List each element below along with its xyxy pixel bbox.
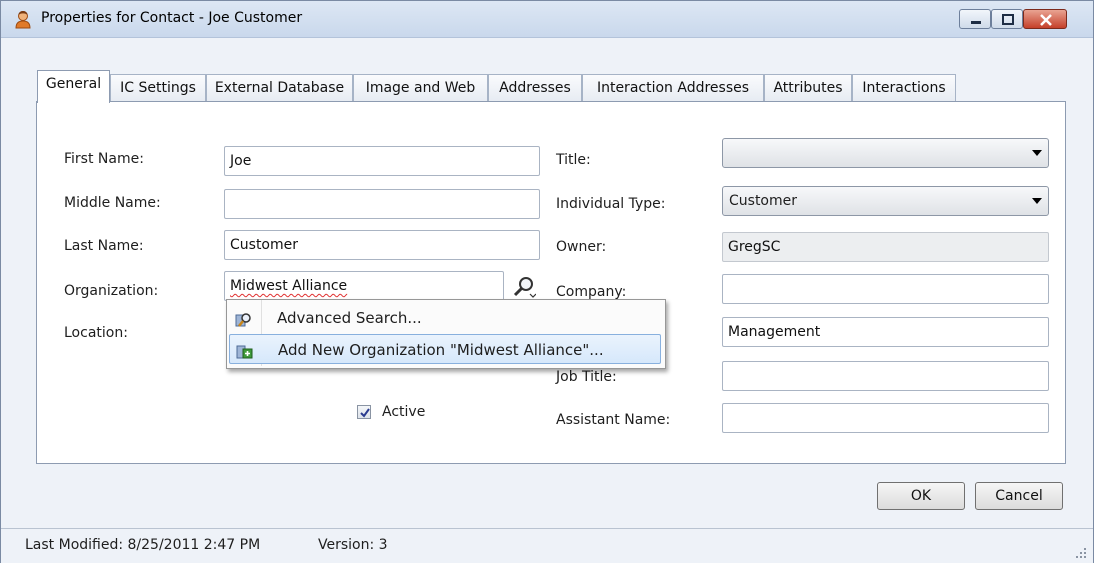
add-organization-icon <box>236 341 254 359</box>
resize-grip-icon[interactable] <box>1075 547 1087 559</box>
chevron-down-icon <box>1032 150 1042 156</box>
minimize-button[interactable] <box>959 9 991 29</box>
tab-addresses[interactable]: Addresses <box>488 74 582 102</box>
job-title-label: Job Title: <box>556 369 617 385</box>
tab-attributes[interactable]: Attributes <box>764 74 852 102</box>
owner-field: GregSC <box>722 232 1049 262</box>
first-name-label: First Name: <box>64 151 144 167</box>
job-title-field[interactable] <box>722 361 1049 391</box>
add-new-organization-menu-item[interactable]: Add New Organization "Midwest Alliance".… <box>229 334 661 364</box>
maximize-icon <box>1002 14 1014 25</box>
department-field[interactable]: Management <box>722 317 1049 347</box>
first-name-field[interactable]: Joe <box>224 146 540 176</box>
window-title: Properties for Contact - Joe Customer <box>41 10 303 26</box>
advanced-search-icon <box>235 309 253 327</box>
tab-interaction-addresses[interactable]: Interaction Addresses <box>582 74 764 102</box>
location-label: Location: <box>64 325 128 341</box>
close-button[interactable] <box>1023 9 1067 29</box>
individual-type-label: Individual Type: <box>556 196 666 212</box>
company-field[interactable] <box>722 274 1049 304</box>
close-icon <box>1040 14 1052 26</box>
ok-button[interactable]: OK <box>877 482 965 510</box>
contact-person-icon <box>13 9 33 29</box>
advanced-search-menu-item[interactable]: Advanced Search... <box>229 303 661 333</box>
tab-image-and-web[interactable]: Image and Web <box>353 74 488 102</box>
owner-label: Owner: <box>556 239 607 255</box>
organization-value: Midwest Alliance <box>230 278 348 294</box>
title-label: Title: <box>556 152 591 168</box>
organization-search-icon[interactable] <box>512 275 537 299</box>
company-label: Company: <box>556 284 627 300</box>
version-text: Version: 3 <box>318 537 388 553</box>
tab-interactions[interactable]: Interactions <box>852 74 956 102</box>
cancel-button[interactable]: Cancel <box>975 482 1063 510</box>
individual-type-dropdown[interactable]: Customer <box>722 186 1049 216</box>
last-name-field[interactable]: Customer <box>224 230 540 260</box>
tab-general[interactable]: General <box>37 70 110 103</box>
middle-name-label: Middle Name: <box>64 195 161 211</box>
title-dropdown[interactable] <box>722 138 1049 168</box>
tab-external-database[interactable]: External Database <box>206 74 353 102</box>
last-modified-text: Last Modified: 8/25/2011 2:47 PM <box>25 537 261 553</box>
last-name-label: Last Name: <box>64 238 144 254</box>
organization-field[interactable]: Midwest Alliance <box>224 271 504 301</box>
active-checkbox[interactable] <box>357 405 371 419</box>
contact-properties-dialog: Properties for Contact - Joe Customer Ge… <box>0 0 1094 563</box>
title-bar[interactable]: Properties for Contact - Joe Customer <box>1 1 1093 38</box>
add-new-organization-label: Add New Organization "Midwest Alliance".… <box>278 341 604 359</box>
minimize-icon <box>971 21 981 24</box>
active-label: Active <box>382 404 426 420</box>
individual-type-value: Customer <box>729 193 798 209</box>
assistant-name-label: Assistant Name: <box>556 412 671 428</box>
organization-label: Organization: <box>64 283 159 299</box>
middle-name-field[interactable] <box>224 189 540 219</box>
advanced-search-label: Advanced Search... <box>277 309 422 327</box>
tab-ic-settings[interactable]: IC Settings <box>110 74 206 102</box>
status-bar: Last Modified: 8/25/2011 2:47 PM Version… <box>1 528 1093 563</box>
assistant-name-field[interactable] <box>722 403 1049 433</box>
maximize-button[interactable] <box>991 9 1023 29</box>
organization-suggestion-popup: Advanced Search... Add New Organization … <box>226 299 666 369</box>
chevron-down-icon <box>1032 198 1042 204</box>
